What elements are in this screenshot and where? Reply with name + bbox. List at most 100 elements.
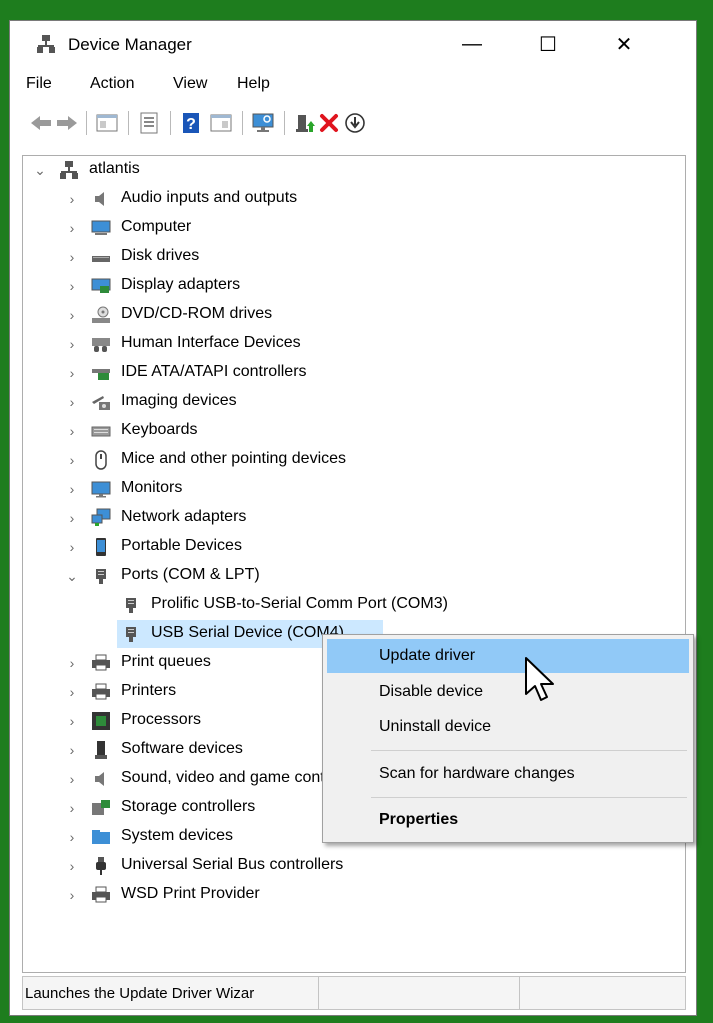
context-item-label: Scan for hardware changes — [379, 765, 575, 782]
tree-item-prolific-com3[interactable]: Prolific USB-to-Serial Comm Port (COM3) — [23, 591, 623, 619]
context-separator — [371, 750, 687, 751]
context-item-label: Update driver — [379, 647, 476, 664]
software-device-icon — [95, 741, 107, 759]
chevron-right-icon[interactable]: › — [64, 336, 80, 352]
context-disable-device[interactable]: Disable device — [327, 675, 689, 709]
chevron-down-icon[interactable]: ⌄ — [64, 568, 80, 584]
tree-item-label: Storage controllers — [121, 798, 256, 815]
tree-item-ports[interactable]: ⌄ Ports (COM & LPT) — [23, 562, 623, 590]
menu-action[interactable]: Action — [90, 75, 134, 93]
context-scan-hardware[interactable]: Scan for hardware changes — [327, 757, 689, 791]
tree-item-label: Imaging devices — [121, 392, 237, 409]
back-button[interactable] — [28, 110, 54, 136]
tree-item-imaging[interactable]: › Imaging devices — [23, 388, 623, 416]
device-tree[interactable]: ⌄ atlantis › Audio inputs and outputs › … — [22, 155, 686, 973]
update-driver-icon — [296, 115, 315, 132]
chevron-right-icon[interactable]: › — [64, 887, 80, 903]
maximize-button[interactable]: ☐ — [518, 21, 578, 67]
context-properties[interactable]: Properties — [327, 803, 689, 837]
tree-item-ide[interactable]: › IDE ATA/ATAPI controllers — [23, 359, 623, 387]
context-item-label: Disable device — [379, 683, 484, 700]
toolbar: ? — [10, 103, 696, 143]
scan-hardware-button[interactable] — [250, 110, 276, 136]
tree-item-wsd[interactable]: › WSD Print Provider — [23, 881, 623, 909]
chevron-right-icon[interactable]: › — [64, 713, 80, 729]
menu-help[interactable]: Help — [237, 75, 270, 93]
computer-monitor-icon — [252, 113, 274, 132]
status-bar: Launches the Update Driver Wizar — [22, 976, 686, 1010]
context-update-driver[interactable]: Update driver — [327, 639, 689, 673]
tree-item-label: USB Serial Device (COM4) — [151, 624, 344, 641]
tree-root-atlantis[interactable]: ⌄ atlantis — [23, 156, 323, 184]
title-bar[interactable]: Device Manager — ☐ ✕ — [10, 21, 696, 67]
context-uninstall-device[interactable]: Uninstall device — [327, 710, 689, 744]
tree-item-network[interactable]: › Network adapters — [23, 504, 623, 532]
context-separator — [371, 797, 687, 798]
menu-file[interactable]: File — [26, 75, 52, 93]
maximize-icon: ☐ — [539, 33, 557, 56]
tree-item-label: Printers — [121, 682, 177, 699]
tree-item-label: DVD/CD-ROM drives — [121, 305, 273, 322]
minimize-button[interactable]: — — [442, 21, 502, 67]
chevron-right-icon[interactable]: › — [64, 481, 80, 497]
menu-view[interactable]: View — [173, 75, 207, 93]
toolbar-separator — [284, 111, 285, 135]
help-button[interactable]: ? — [178, 110, 204, 136]
tree-item-monitors[interactable]: › Monitors — [23, 475, 623, 503]
chevron-right-icon[interactable]: › — [64, 278, 80, 294]
processor-icon — [92, 712, 110, 730]
tree-item-label: Portable Devices — [121, 537, 242, 554]
chevron-right-icon[interactable]: › — [64, 684, 80, 700]
tree-item-label: IDE ATA/ATAPI controllers — [121, 363, 307, 380]
tree-item-computer[interactable]: › Computer — [23, 214, 623, 242]
chevron-right-icon[interactable]: › — [64, 423, 80, 439]
close-button[interactable]: ✕ — [594, 21, 654, 67]
chevron-right-icon[interactable]: › — [64, 742, 80, 758]
chevron-right-icon[interactable]: › — [64, 249, 80, 265]
tree-item-label: Audio inputs and outputs — [121, 189, 298, 206]
chevron-right-icon[interactable]: › — [64, 307, 80, 323]
chevron-right-icon[interactable]: › — [64, 800, 80, 816]
properties-button[interactable] — [136, 110, 162, 136]
ide-controller-icon — [92, 369, 110, 380]
show-hide-console-tree-icon — [96, 114, 118, 132]
chevron-right-icon[interactable]: › — [64, 539, 80, 555]
uninstall-device-button[interactable] — [316, 110, 342, 136]
uninstall-device-icon — [320, 114, 338, 132]
system-folder-icon — [92, 830, 110, 844]
dvd-drive-icon — [92, 306, 110, 323]
chevron-right-icon[interactable]: › — [64, 655, 80, 671]
update-driver-button[interactable] — [292, 110, 318, 136]
chevron-right-icon[interactable]: › — [64, 510, 80, 526]
tree-item-mice[interactable]: › Mice and other pointing devices — [23, 446, 623, 474]
tree-item-hid[interactable]: › Human Interface Devices — [23, 330, 623, 358]
chevron-right-icon[interactable]: › — [64, 771, 80, 787]
tree-item-label: Network adapters — [121, 508, 247, 525]
tree-item-audio[interactable]: › Audio inputs and outputs — [23, 185, 623, 213]
tree-item-label: Software devices — [121, 740, 243, 757]
chevron-down-icon[interactable]: ⌄ — [32, 162, 48, 178]
tree-item-dvd-drives[interactable]: › DVD/CD-ROM drives — [23, 301, 623, 329]
chevron-right-icon[interactable]: › — [64, 394, 80, 410]
tree-item-display-adapters[interactable]: › Display adapters — [23, 272, 623, 300]
tree-item-label: Disk drives — [121, 247, 200, 264]
hid-icon — [92, 338, 110, 352]
chevron-right-icon[interactable]: › — [64, 829, 80, 845]
chevron-right-icon[interactable]: › — [64, 191, 80, 207]
tree-item-usb[interactable]: › Universal Serial Bus controllers — [23, 852, 623, 880]
tree-item-label: WSD Print Provider — [121, 885, 260, 902]
tree-item-portable[interactable]: › Portable Devices — [23, 533, 623, 561]
forward-button[interactable] — [54, 110, 80, 136]
storage-controller-icon — [92, 800, 110, 815]
tree-item-disk-drives[interactable]: › Disk drives — [23, 243, 623, 271]
show-hide-console-tree-button[interactable] — [94, 110, 120, 136]
chevron-right-icon[interactable]: › — [64, 220, 80, 236]
chevron-right-icon[interactable]: › — [64, 858, 80, 874]
tree-item-label: Ports (COM & LPT) — [121, 566, 260, 583]
window-title: Device Manager — [68, 35, 192, 54]
chevron-right-icon[interactable]: › — [64, 452, 80, 468]
chevron-right-icon[interactable]: › — [64, 365, 80, 381]
tree-item-keyboards[interactable]: › Keyboards — [23, 417, 623, 445]
enable-device-button[interactable] — [342, 110, 368, 136]
action-pane-button[interactable] — [208, 110, 234, 136]
